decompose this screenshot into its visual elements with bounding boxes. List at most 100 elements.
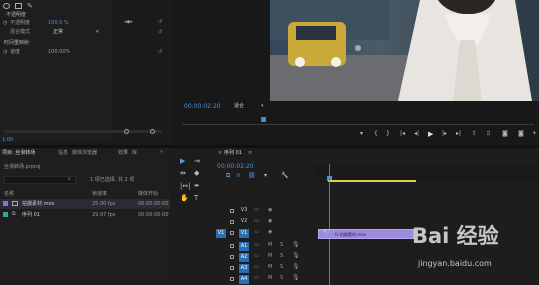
lift-icon[interactable]: ⇪ [472, 131, 477, 137]
pen-mask-icon[interactable]: ✎ [27, 2, 33, 10]
track-label-v3[interactable]: V3 [239, 206, 249, 215]
panel-menu-icon[interactable]: ≡ [248, 151, 252, 156]
track-label-a4[interactable]: A4 [239, 275, 249, 284]
scroll-handle-icon[interactable] [124, 129, 129, 134]
sync-lock-icon[interactable]: ▭ [254, 208, 259, 213]
ripple-edit-tool-icon[interactable]: ⇹ [180, 170, 186, 177]
sync-lock-icon[interactable]: ▭ [254, 243, 259, 248]
microphone-icon[interactable]: 🎙 [292, 275, 300, 281]
selection-tool-icon[interactable]: ▶ [180, 158, 185, 165]
timeline-timecode[interactable]: 00:00:02:20 [217, 164, 254, 170]
column-header-fps[interactable]: 帧速率 [92, 192, 107, 197]
microphone-icon[interactable]: 🎙 [292, 242, 300, 248]
close-icon[interactable]: × [218, 151, 222, 156]
rectangle-mask-icon[interactable] [15, 3, 22, 9]
timeline-tab[interactable]: × 序列 01 ≡ [216, 148, 256, 158]
project-search-input[interactable] [4, 176, 76, 184]
mute-icon[interactable]: M [268, 243, 272, 248]
add-marker-icon[interactable]: ▾ [264, 173, 267, 179]
solo-icon[interactable]: S [280, 243, 283, 248]
eye-icon[interactable]: ◉ [268, 208, 272, 213]
track-label-v2[interactable]: V2 [239, 217, 249, 226]
eye-icon[interactable]: ◉ [268, 219, 272, 224]
mark-in-icon[interactable]: { [374, 131, 378, 137]
reset-icon[interactable]: ◂◆▸ [124, 20, 133, 25]
scroll-handle-icon[interactable] [150, 129, 155, 134]
speed-stopwatch-icon[interactable]: ◷ [3, 50, 7, 55]
lock-icon[interactable] [230, 244, 234, 248]
chevron-down-icon[interactable]: ▾ [261, 104, 264, 109]
tab-media-browser[interactable]: 媒体浏览器 [72, 151, 97, 156]
track-label-v1[interactable]: V1 [239, 229, 249, 238]
list-item[interactable]: 拍摄素材.mov 25.00 fps 00:00:00:00 [0, 199, 170, 209]
tab-project[interactable]: 项目: 丝滑转场 [2, 151, 35, 156]
go-to-in-icon[interactable]: |◂ [400, 131, 405, 137]
sync-lock-icon[interactable]: ▭ [254, 219, 259, 224]
lock-icon[interactable] [230, 266, 234, 270]
playhead-icon[interactable] [261, 117, 266, 122]
solo-icon[interactable]: S [280, 265, 283, 270]
source-patch-v1[interactable]: V1 [216, 229, 226, 238]
track-label-a3[interactable]: A3 [239, 264, 249, 273]
wrench-icon[interactable]: 🔧 [281, 173, 288, 179]
track-select-tool-icon[interactable]: ⇥ [194, 158, 200, 165]
add-marker-icon[interactable]: ▾ [360, 131, 363, 137]
export-frame-icon[interactable]: ◙ [502, 131, 508, 137]
solo-icon[interactable]: S [280, 254, 283, 259]
work-area-bar[interactable] [328, 180, 416, 182]
fit-zoom-select[interactable]: 适合 [234, 104, 244, 109]
snap-icon[interactable]: ∩ [236, 173, 240, 179]
type-tool-icon[interactable]: T [194, 195, 198, 202]
microphone-icon[interactable]: 🎙 [292, 264, 300, 270]
sync-lock-icon[interactable]: ▭ [254, 254, 259, 259]
tab-libraries[interactable]: 库 [132, 151, 137, 156]
column-header-name[interactable]: 名称 [4, 192, 14, 197]
sync-lock-icon[interactable]: ▭ [254, 265, 259, 270]
button-editor-icon[interactable]: ◙ [518, 131, 524, 137]
opacity-value[interactable]: 100.0 % [48, 21, 69, 26]
opacity-stopwatch-icon[interactable]: ◷ [3, 21, 7, 26]
reset-icon[interactable]: ↺ [158, 20, 162, 25]
column-header-start[interactable]: 媒体开始 [138, 192, 158, 197]
step-back-icon[interactable]: ◂| [414, 131, 419, 137]
time-ruler[interactable] [314, 164, 539, 182]
razor-tool-icon[interactable]: ◆ [194, 170, 199, 177]
panel-menu-icon[interactable]: » [160, 150, 163, 155]
nest-icon[interactable]: ⧉ [226, 173, 230, 179]
lock-icon[interactable] [230, 220, 234, 224]
reset-icon[interactable]: ↺ [158, 30, 162, 35]
slip-tool-icon[interactable]: |↔| [180, 183, 191, 190]
lock-icon[interactable] [230, 231, 234, 235]
solo-icon[interactable]: S [280, 276, 283, 281]
hand-tool-icon[interactable]: ✋ [180, 195, 189, 202]
lock-icon[interactable] [230, 255, 234, 259]
reset-icon[interactable]: ↺ [158, 50, 162, 55]
program-timecode[interactable]: 00:00:02:20 [184, 104, 221, 110]
lock-icon[interactable] [230, 209, 234, 213]
tab-effects[interactable]: 效果 [118, 151, 128, 156]
list-item[interactable]: ⧉ 序列 01 29.97 fps 00:00:00:00 [0, 210, 170, 220]
play-icon[interactable]: ▶ [428, 131, 433, 138]
eye-icon[interactable]: ◉ [268, 230, 272, 235]
go-to-out-icon[interactable]: ▸| [456, 131, 461, 137]
mark-out-icon[interactable]: } [386, 131, 390, 137]
extract-icon[interactable]: ⇫ [486, 131, 491, 137]
tab-info[interactable]: 信息 [58, 151, 68, 156]
blend-mode-select[interactable]: 正常 [53, 30, 63, 35]
ellipse-mask-icon[interactable] [3, 3, 10, 9]
mute-icon[interactable]: M [268, 254, 272, 259]
step-forward-icon[interactable]: |▸ [442, 131, 447, 137]
sync-lock-icon[interactable]: ▭ [254, 230, 259, 235]
plus-icon[interactable]: + [532, 131, 537, 137]
mute-icon[interactable]: M [268, 276, 272, 281]
linked-selection-icon[interactable]: ⛓ [248, 173, 256, 179]
mute-icon[interactable]: M [268, 265, 272, 270]
lock-icon[interactable] [230, 277, 234, 281]
program-scrub-bar[interactable] [182, 117, 534, 125]
effect-scrollbar[interactable] [4, 130, 162, 133]
sync-lock-icon[interactable]: ▭ [254, 276, 259, 281]
chevron-down-icon[interactable]: ▾ [96, 30, 99, 35]
pen-tool-icon[interactable]: ✒ [194, 183, 200, 190]
track-label-a2[interactable]: A2 [239, 253, 249, 262]
track-label-a1[interactable]: A1 [239, 242, 249, 251]
